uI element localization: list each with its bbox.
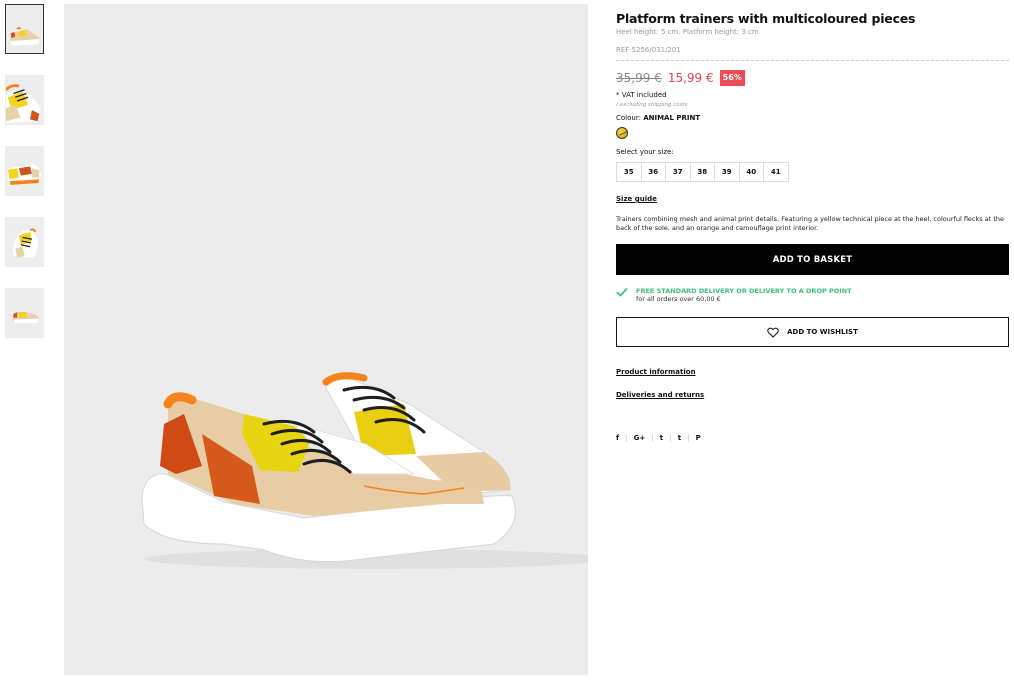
sale-price: 15,99 € (667, 71, 714, 85)
thumbnail-image (12, 311, 40, 324)
size-label: Select your size: (616, 148, 674, 156)
colour-label-text: Colour: (616, 114, 641, 122)
thumbnail-list (5, 4, 45, 359)
size-option-40[interactable]: 40 (738, 162, 764, 182)
size-option-36[interactable]: 36 (640, 162, 666, 182)
twitter-icon[interactable]: t (660, 434, 663, 442)
social-share: f | G+ | t | t | P (616, 434, 1009, 442)
shipping-note: / excluding shipping costs (616, 102, 688, 108)
product-dimensions: Heel height: 5 cm. Platform height: 3 cm… (616, 28, 761, 36)
thumbnail-1[interactable] (5, 4, 44, 54)
product-info-panel: Platform trainers with multicoloured pie… (616, 10, 1009, 442)
separator: | (651, 434, 654, 442)
tumblr-icon[interactable]: t (678, 434, 681, 442)
thumbnail-4[interactable] (5, 217, 44, 267)
delivery-threshold: for all orders over 60,00 € (636, 295, 721, 303)
product-information-link[interactable]: Product information (616, 368, 1009, 376)
colour-label: Colour: ANIMAL PRINT (616, 114, 1009, 122)
size-selector: 35 36 37 38 39 40 41 (616, 162, 1009, 182)
price-row: 35,99 € 15,99 € 56% (616, 70, 1009, 86)
add-to-wishlist-button[interactable]: ADD TO WISHLIST (616, 317, 1009, 347)
colour-swatch[interactable] (616, 127, 628, 139)
colour-value: ANIMAL PRINT (643, 114, 701, 122)
separator: | (687, 434, 690, 442)
googleplus-icon[interactable]: G+ (634, 434, 646, 442)
product-main-image[interactable] (64, 4, 588, 675)
size-option-37[interactable]: 37 (665, 162, 691, 182)
product-title: Platform trainers with multicoloured pie… (616, 11, 916, 26)
thumbnail-image (7, 164, 42, 185)
thumbnail-5[interactable] (5, 288, 44, 338)
delivery-text: FREE STANDARD DELIVERY OR DELIVERY TO A … (636, 287, 852, 303)
delivery-title: FREE STANDARD DELIVERY OR DELIVERY TO A … (636, 287, 852, 295)
facebook-icon[interactable]: f (616, 434, 619, 442)
thumbnail-image (12, 228, 38, 258)
thumbnail-image (6, 84, 41, 124)
thumbnail-2[interactable] (5, 75, 44, 125)
delivery-info: FREE STANDARD DELIVERY OR DELIVERY TO A … (616, 287, 1009, 303)
size-option-38[interactable]: 38 (689, 162, 715, 182)
vat-note: * VAT included (616, 91, 667, 99)
size-guide-link[interactable]: Size guide (616, 195, 657, 203)
separator: | (669, 434, 672, 442)
deliveries-returns-link[interactable]: Deliveries and returns (616, 391, 1009, 399)
size-option-39[interactable]: 39 (714, 162, 740, 182)
thumbnail-3[interactable] (5, 146, 44, 196)
old-price: 35,99 € (616, 71, 662, 85)
size-option-35[interactable]: 35 (616, 162, 642, 182)
separator: | (625, 434, 628, 442)
add-to-basket-button[interactable]: ADD TO BASKET (616, 244, 1009, 275)
product-description: Trainers combining mesh and animal print… (616, 215, 1004, 232)
sneaker-illustration (141, 372, 588, 569)
discount-badge: 56% (719, 70, 745, 86)
check-icon (616, 287, 628, 297)
pinterest-icon[interactable]: P (696, 434, 701, 442)
thumbnail-image (10, 27, 40, 46)
heart-icon (767, 327, 779, 338)
divider (616, 60, 1009, 61)
product-reference: REF 5256/031/201 (616, 46, 681, 54)
size-option-41[interactable]: 41 (763, 162, 789, 182)
wishlist-label: ADD TO WISHLIST (787, 328, 858, 336)
